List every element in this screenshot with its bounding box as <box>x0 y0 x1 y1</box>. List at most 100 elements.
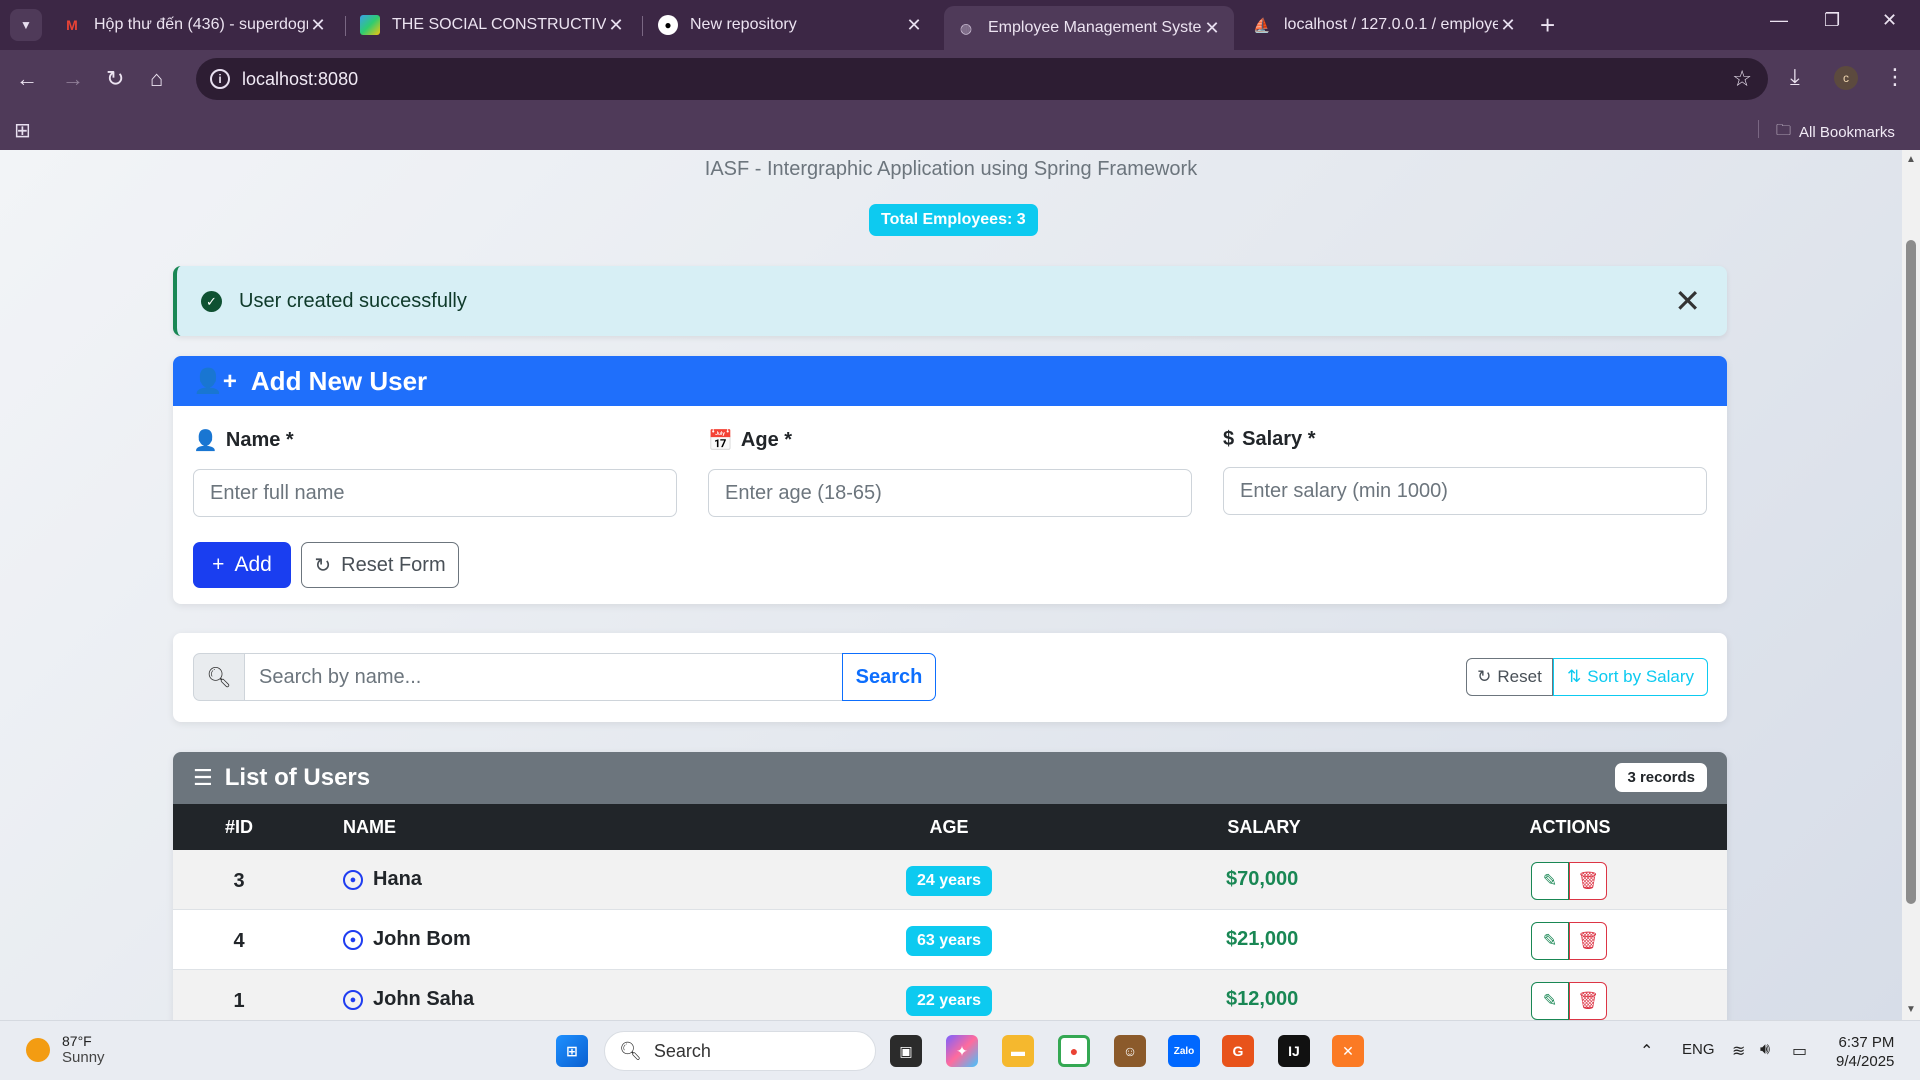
browser-toolbar: ← → ↻ ⌂ i localhost:8080 ☆ ⤓ c ⋮ <box>0 50 1920 108</box>
table-header: #ID NAME AGE SALARY ACTIONS <box>173 804 1727 850</box>
close-tab-icon[interactable]: ✕ <box>1498 15 1518 36</box>
row-name: ● John Bom <box>343 928 471 951</box>
records-badge: 3 records <box>1615 763 1707 792</box>
tray-chevron-up-icon[interactable]: ⌃ <box>1640 1041 1653 1061</box>
tab-title: Hộp thư đến (436) - superdogm <box>94 16 308 33</box>
kebab-menu-icon[interactable]: ⋮ <box>1884 64 1906 90</box>
reset-form-button[interactable]: ↻ Reset Form <box>301 542 459 588</box>
all-bookmarks-button[interactable]: 🗀 All Bookmarks <box>1776 120 1895 145</box>
column-name[interactable]: NAME <box>343 817 396 838</box>
name-input[interactable]: Enter full name <box>193 469 677 517</box>
sort-by-salary-button[interactable]: ⇅ Sort by Salary <box>1553 658 1708 696</box>
copilot-icon[interactable]: ✦ <box>946 1035 978 1067</box>
sort-label: Sort by Salary <box>1587 667 1694 686</box>
address-bar[interactable]: i localhost:8080 ☆ <box>196 58 1768 100</box>
taskbar-search[interactable]: 🔍︎ Search <box>604 1031 876 1071</box>
salary-input[interactable]: Enter salary (min 1000) <box>1223 467 1707 515</box>
chrome-icon[interactable]: ● <box>1058 1035 1090 1067</box>
edit-button[interactable]: ✎ <box>1531 982 1569 1020</box>
close-tab-icon[interactable]: ✕ <box>904 15 924 36</box>
sort-icon: ⇅ <box>1566 667 1582 686</box>
bookmark-star-icon[interactable]: ☆ <box>1732 66 1752 92</box>
delete-button[interactable]: 🗑︎ <box>1569 862 1607 900</box>
weather-widget[interactable]: 87°F Sunny <box>26 1033 105 1066</box>
file-explorer-icon[interactable]: ▬ <box>1002 1035 1034 1067</box>
users-list-title: List of Users <box>224 764 371 791</box>
reset-search-button[interactable]: ↻ Reset <box>1466 658 1553 696</box>
add-user-button[interactable]: + Add <box>193 542 291 588</box>
restore-icon[interactable]: ❐ <box>1824 10 1840 31</box>
portrait-app-icon[interactable]: ☺ <box>1114 1035 1146 1067</box>
tab-phpmyadmin[interactable]: ⛵ localhost / 127.0.0.1 / employee ✕ <box>1240 8 1530 42</box>
edit-button[interactable]: ✎ <box>1531 862 1569 900</box>
edit-button[interactable]: ✎ <box>1531 922 1569 960</box>
scroll-up-arrow-icon[interactable]: ▲ <box>1906 154 1916 165</box>
column-age[interactable]: AGE <box>929 817 968 838</box>
delete-button[interactable]: 🗑︎ <box>1569 982 1607 1020</box>
tab-gmail[interactable]: M Hộp thư đến (436) - superdogm ✕ <box>50 8 340 42</box>
volume-icon[interactable]: 🔊︎ <box>1760 1041 1770 1059</box>
plus-icon: + <box>212 553 225 576</box>
close-alert-icon[interactable]: ✕ <box>1674 282 1701 320</box>
trash-icon: 🗑︎ <box>1577 991 1599 1010</box>
site-info-icon[interactable]: i <box>210 69 230 89</box>
tab-new-repository[interactable]: ● New repository ✕ <box>646 8 936 42</box>
search-input[interactable]: Search by name... <box>245 653 842 701</box>
close-tab-icon[interactable]: ✕ <box>606 15 626 36</box>
intellij-icon[interactable]: IJ <box>1278 1035 1310 1067</box>
new-tab-plus-icon[interactable]: + <box>1540 10 1555 41</box>
scroll-down-arrow-icon[interactable]: ▼ <box>1906 1004 1916 1015</box>
age-badge: 24 years <box>906 866 992 896</box>
page-scrollbar[interactable]: ▲ ▼ <box>1902 150 1920 1020</box>
system-clock[interactable]: 6:37 PM 9/4/2025 <box>1836 1033 1894 1071</box>
download-icon[interactable]: ⤓ <box>1790 64 1800 90</box>
tab-title: Employee Management System <box>988 19 1202 36</box>
delete-button[interactable]: 🗑︎ <box>1569 922 1607 960</box>
language-indicator[interactable]: ENG <box>1682 1041 1715 1058</box>
back-arrow-icon[interactable]: ← <box>16 66 38 92</box>
tab-employee-management[interactable]: ◍ Employee Management System ✕ <box>944 6 1234 50</box>
task-view-icon[interactable]: ▣ <box>890 1035 922 1067</box>
search-icon: 🔍︎ <box>619 1040 642 1061</box>
scrollbar-thumb[interactable] <box>1906 240 1916 904</box>
browser-tab-bar: ▼ M Hộp thư đến (436) - superdogm ✕ THE … <box>0 0 1920 50</box>
profile-avatar[interactable]: c <box>1834 66 1858 90</box>
zalo-icon[interactable]: Zalo <box>1168 1035 1200 1067</box>
tab-search-button[interactable]: ▼ <box>10 9 42 41</box>
gmail-icon: M <box>66 17 78 33</box>
age-label: Age * <box>740 429 793 451</box>
calendar-icon: 📅 <box>708 430 733 452</box>
check-circle-icon: ✓ <box>201 291 222 312</box>
search-button[interactable]: Search <box>842 653 936 701</box>
column-salary[interactable]: SALARY <box>1227 817 1300 838</box>
name-field-group: 👤 Name * Enter full name <box>193 428 677 517</box>
column-id[interactable]: #ID <box>225 817 253 838</box>
age-input[interactable]: Enter age (18-65) <box>708 469 1192 517</box>
add-user-title: Add New User <box>250 365 428 396</box>
wifi-icon[interactable]: ≋ <box>1732 1041 1745 1061</box>
reset-search-label: Reset <box>1497 667 1542 686</box>
windows-start-icon[interactable]: ⊞ <box>556 1035 588 1067</box>
url-text[interactable]: localhost:8080 <box>242 69 358 90</box>
xampp-icon[interactable]: ✕ <box>1332 1035 1364 1067</box>
battery-icon[interactable]: ▭ <box>1792 1041 1807 1061</box>
bookmarks-separator <box>1758 120 1759 138</box>
forward-arrow-icon[interactable]: → <box>62 66 84 92</box>
close-tab-icon[interactable]: ✕ <box>1202 18 1222 39</box>
dollar-icon: $ <box>1223 428 1235 450</box>
minimize-icon[interactable]: — <box>1770 10 1788 31</box>
home-icon[interactable]: ⌂ <box>150 66 163 92</box>
weather-condition: Sunny <box>62 1049 105 1066</box>
foxit-reader-icon[interactable]: G <box>1222 1035 1254 1067</box>
users-list-card: ☰ List of Users 3 records #ID NAME AGE S… <box>173 752 1727 1020</box>
table-row: 1 ● John Saha 22 years $12,000 ✎ 🗑︎ <box>173 970 1727 1020</box>
apps-grid-icon[interactable]: ⊞ <box>14 118 31 143</box>
close-window-icon[interactable]: ✕ <box>1882 10 1897 31</box>
search-group: 🔍︎ Search by name... Search <box>193 653 936 701</box>
row-name: ● John Saha <box>343 988 474 1011</box>
salary-field-group: $ Salary * Enter salary (min 1000) <box>1223 428 1707 515</box>
reload-icon[interactable]: ↻ <box>106 66 124 92</box>
tab-social-constructive[interactable]: THE SOCIAL CONSTRUCTIVE LE ✕ <box>348 8 638 42</box>
close-tab-icon[interactable]: ✕ <box>308 15 328 36</box>
user-circle-icon: ● <box>343 929 363 950</box>
